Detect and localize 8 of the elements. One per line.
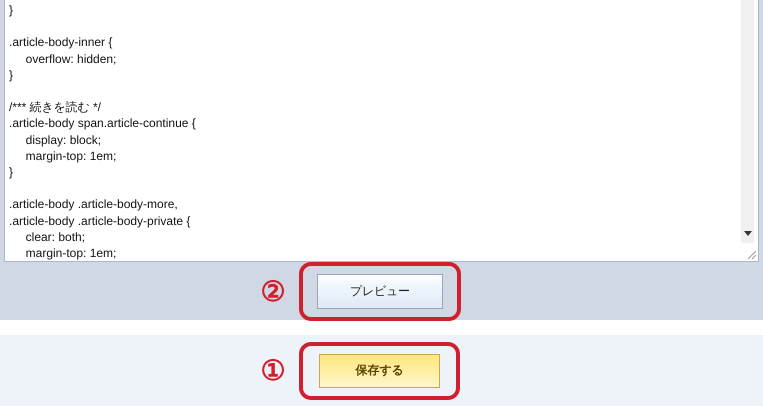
- save-button[interactable]: 保存する: [319, 354, 440, 388]
- preview-button[interactable]: プレビュー: [317, 274, 443, 310]
- annotation-number: ②: [260, 275, 286, 308]
- annotation-number: ①: [260, 354, 286, 387]
- scroll-down-arrow-icon[interactable]: [744, 231, 752, 236]
- resize-grip-icon[interactable]: [747, 250, 756, 260]
- scrollbar[interactable]: [741, 0, 754, 244]
- code-text: } .article-body-inner { overflow: hidden; } /*** 続きを読む */ .article-body span.article-continue { display: block; margin-top: 1em; } .article-body .article-body-more, .article-body .article-body-private { clear: both; margin-top: 1em;: [9, 2, 196, 262]
